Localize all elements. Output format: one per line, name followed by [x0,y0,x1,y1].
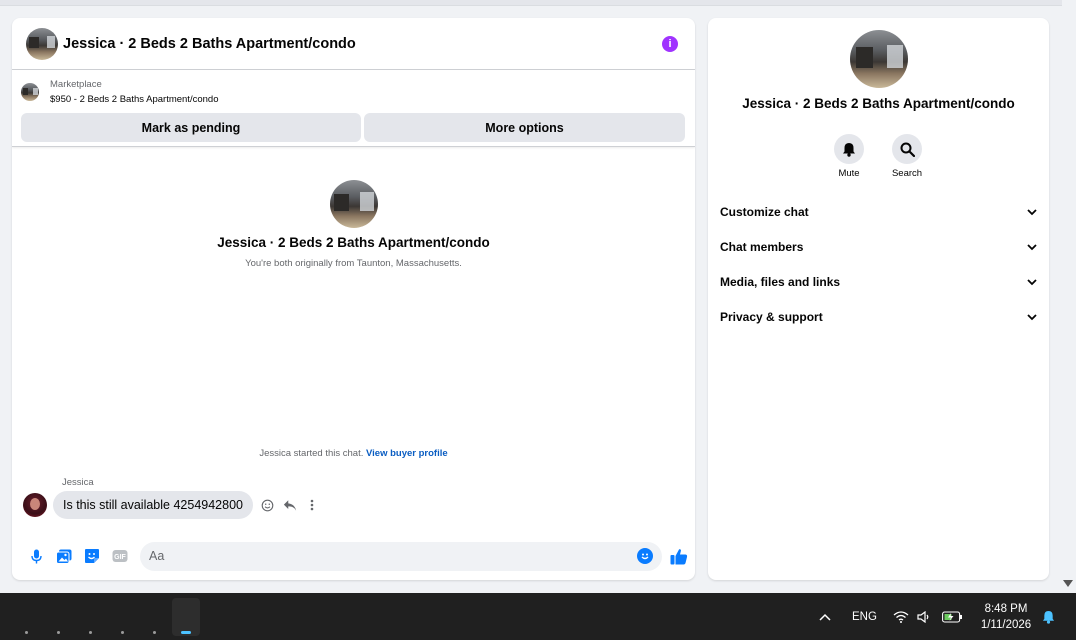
media-files-links-section[interactable]: Media, files and links [708,264,1049,299]
chevron-up-icon[interactable] [819,593,831,640]
info-panel-avatar[interactable] [850,30,908,88]
gif-icon[interactable]: GIF [112,548,128,564]
taskbar-app-indicator[interactable] [57,631,60,634]
search-icon[interactable] [892,134,922,164]
taskbar-app-indicator[interactable] [89,631,92,634]
emoji-icon[interactable] [637,548,653,564]
scroll-down-arrow[interactable] [1063,580,1073,587]
message-sender-name: Jessica [62,477,94,488]
chevron-down-icon [1027,205,1037,219]
chat-info-panel: Jessica · 2 Beds 2 Baths Apartment/condo… [708,18,1049,580]
section-label: Chat members [720,239,804,254]
image-icon[interactable] [56,548,72,564]
language-indicator[interactable]: ENG [852,593,877,640]
chevron-down-icon [1027,275,1037,289]
section-label: Media, files and links [720,274,841,289]
intro-title: Jessica · 2 Beds 2 Baths Apartment/condo [217,235,490,250]
listing-avatar[interactable] [26,27,58,60]
view-buyer-profile-link[interactable]: View buyer profile [366,448,448,459]
search-button[interactable]: Search [892,134,922,179]
taskbar: ENG 8:48 PM 1/11/2026 [0,593,1076,640]
battery-icon[interactable] [942,593,963,640]
info-panel-title: Jessica · 2 Beds 2 Baths Apartment/condo [742,96,1015,111]
taskbar-active-app[interactable] [172,598,200,636]
chevron-down-icon [1027,240,1037,254]
listing-summary[interactable]: $950 - 2 Beds 2 Baths Apartment/condo [50,92,218,107]
chat-intro: Jessica · 2 Beds 2 Baths Apartment/condo… [12,180,695,269]
gif-icon-label: GIF [114,554,126,561]
listing-thumbnail[interactable] [21,83,39,101]
reply-icon[interactable] [283,498,297,512]
more-options-button[interactable]: More options [364,113,685,142]
privacy-support-section[interactable]: Privacy & support [708,299,1049,334]
message-row: Is this still available 4254942800 [23,491,319,519]
taskbar-app-indicator[interactable] [25,631,28,634]
bell-icon[interactable] [834,134,864,164]
chevron-down-icon [1027,310,1037,324]
chat-members-section[interactable]: Chat members [708,229,1049,264]
chat-started-notice: Jessica started this chat. View buyer pr… [12,448,695,459]
message-composer: GIF [12,540,695,572]
clock-time: 8:48 PM [984,603,1028,615]
section-label: Privacy & support [720,309,823,324]
message-input[interactable] [149,549,609,563]
mark-as-pending-button[interactable]: Mark as pending [21,113,361,142]
browser-top-strip [0,0,1062,6]
system-clock[interactable]: 8:48 PM 1/11/2026 [972,601,1040,633]
react-icon[interactable] [261,498,275,512]
more-icon[interactable] [305,498,319,512]
wifi-icon[interactable] [893,593,909,640]
info-icon[interactable]: i [662,35,678,52]
message-input-box[interactable] [140,541,662,571]
search-label: Search [891,168,923,179]
mute-label: Mute [838,168,860,179]
intro-avatar [329,180,378,228]
started-text: Jessica started this chat. [259,448,364,459]
mute-button[interactable]: Mute [834,134,864,179]
chat-header: Jessica · 2 Beds 2 Baths Apartment/condo… [12,18,695,70]
sender-avatar[interactable] [23,493,47,517]
microphone-icon[interactable] [28,548,44,564]
sticker-icon[interactable] [84,548,100,564]
chat-panel: Jessica · 2 Beds 2 Baths Apartment/condo… [12,18,695,580]
taskbar-app-indicator[interactable] [121,631,124,634]
marketplace-banner: Marketplace $950 - 2 Beds 2 Baths Apartm… [12,70,695,147]
like-icon[interactable] [670,547,688,565]
notification-icon[interactable] [1042,593,1055,640]
chat-title[interactable]: Jessica · 2 Beds 2 Baths Apartment/condo [63,36,662,52]
section-label: Customize chat [720,204,809,219]
customize-chat-section[interactable]: Customize chat [708,194,1049,229]
clock-date: 1/11/2026 [980,619,1032,631]
info-panel-sections: Customize chat Chat members Media, files… [708,194,1049,334]
marketplace-label: Marketplace [50,79,102,90]
intro-subtitle: You're both originally from Taunton, Mas… [245,258,462,269]
volume-icon[interactable] [917,593,932,640]
taskbar-app-indicator[interactable] [153,631,156,634]
message-bubble[interactable]: Is this still available 4254942800 [53,491,253,519]
